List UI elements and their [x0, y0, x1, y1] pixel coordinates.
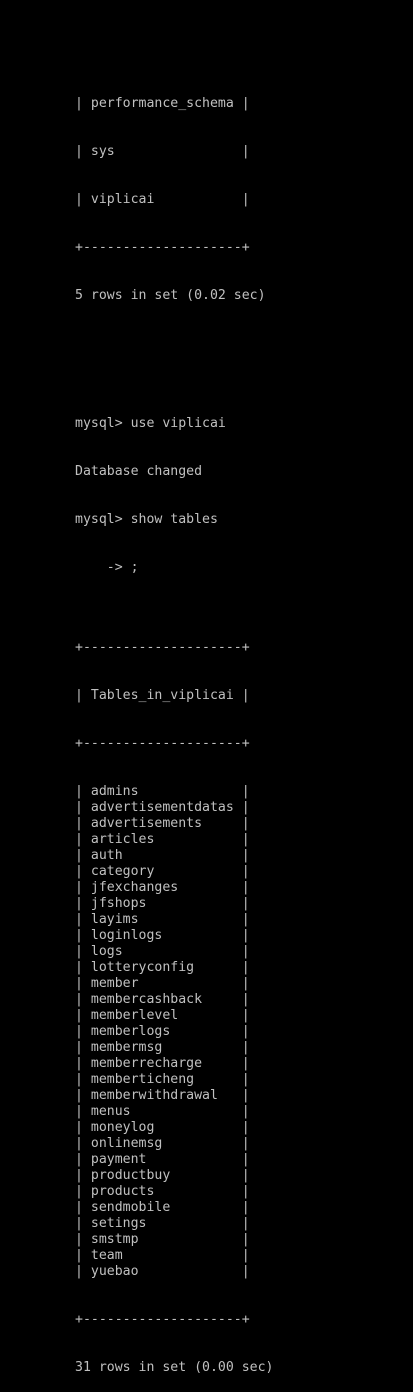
table-row: | logs | [75, 944, 250, 959]
table-row: | memberlogs | [75, 1024, 250, 1039]
table-row: | smstmp | [75, 1232, 250, 1247]
table-row: | memberrecharge | [75, 1056, 250, 1071]
table-row: | advertisements | [75, 816, 250, 831]
table-row: | payment | [75, 1152, 250, 1167]
table-row: | membercashback | [75, 992, 250, 1007]
table-row: | member | [75, 976, 250, 991]
table-row: | yuebao | [75, 1264, 250, 1279]
db-rows-summary: 5 rows in set (0.02 sec) [75, 288, 266, 303]
table-row: | layims | [75, 912, 250, 927]
table-row: | menus | [75, 1104, 250, 1119]
table-row: | productbuy | [75, 1168, 250, 1183]
table-row: | advertisementdatas | [75, 800, 250, 815]
table-row: | setings | [75, 1216, 250, 1231]
use-command-line: mysql> use viplicai [75, 416, 226, 431]
table-row: | team | [75, 1248, 250, 1263]
tables-rows-summary: 31 rows in set (0.00 sec) [75, 1360, 274, 1375]
db-row-performance-schema: | performance_schema | [75, 96, 250, 111]
table-row: | onlinemsg | [75, 1136, 250, 1151]
use-command-result: Database changed [75, 464, 203, 479]
show-tables-command-line: mysql> show tables [75, 512, 218, 527]
table-row: | loginlogs | [75, 928, 250, 943]
table-row: | memberlevel | [75, 1008, 250, 1023]
table-row: | lotteryconfig | [75, 960, 250, 975]
tables-header: | Tables_in_viplicai | [75, 688, 250, 703]
table-row: | jfexchanges | [75, 880, 250, 895]
table-row: | admins | [75, 784, 250, 799]
terminal-output: | performance_schema | | sys | | viplica… [75, 48, 274, 1392]
table-row: | sendmobile | [75, 1200, 250, 1215]
db-table-bottom-border: +--------------------+ [75, 240, 250, 255]
table-row: | moneylog | [75, 1120, 250, 1135]
tables-bottom-border: +--------------------+ [75, 1312, 250, 1327]
table-row: | category | [75, 864, 250, 879]
table-row: | jfshops | [75, 896, 250, 911]
table-row: | memberwithdrawal | [75, 1088, 250, 1103]
table-row: | auth | [75, 848, 250, 863]
db-row-sys: | sys | [75, 144, 250, 159]
table-row: | memberticheng | [75, 1072, 250, 1087]
db-row-viplicai: | viplicai | [75, 192, 250, 207]
table-row: | membermsg | [75, 1040, 250, 1055]
tables-header-border: +--------------------+ [75, 736, 250, 751]
table-row: | products | [75, 1184, 250, 1199]
continuation-prompt-line: -> ; [75, 560, 139, 575]
tables-list: | admins | | advertisementdatas | | advert… [75, 784, 274, 1280]
tables-top-border: +--------------------+ [75, 640, 250, 655]
table-row: | articles | [75, 832, 250, 847]
